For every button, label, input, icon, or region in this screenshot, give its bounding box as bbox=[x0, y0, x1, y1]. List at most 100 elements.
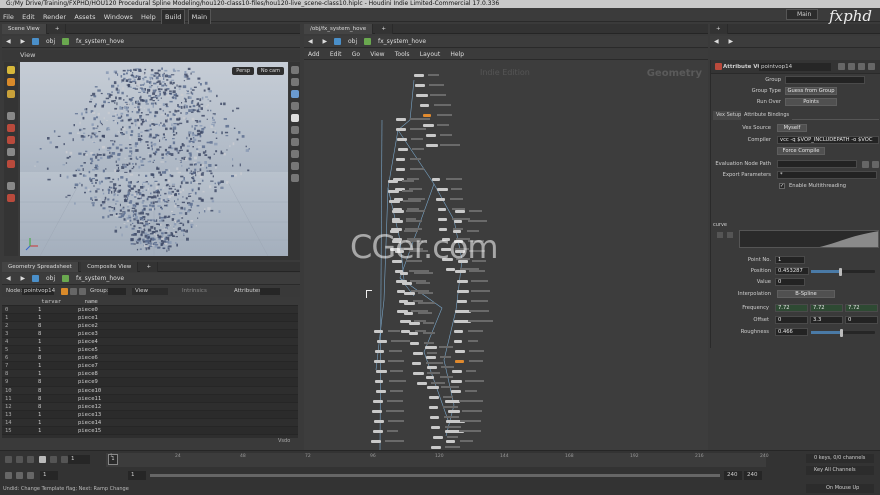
network-node[interactable] bbox=[409, 332, 418, 335]
network-node[interactable] bbox=[425, 346, 437, 349]
path-obj[interactable]: obj bbox=[42, 36, 59, 48]
network-node[interactable] bbox=[397, 138, 407, 141]
table-row[interactable]: 5 1 piece5 bbox=[2, 346, 298, 355]
handle-tool-icon[interactable] bbox=[7, 124, 15, 132]
frequency-y[interactable]: 7.72 bbox=[810, 304, 843, 312]
network-node[interactable] bbox=[374, 330, 384, 333]
frequency-z[interactable]: 7.72 bbox=[845, 304, 878, 312]
net-menu-layout[interactable]: Layout bbox=[416, 49, 444, 60]
forward-icon-3[interactable]: ▶ bbox=[319, 36, 332, 48]
network-node[interactable] bbox=[399, 272, 409, 275]
view-dropdown[interactable]: View bbox=[132, 288, 168, 295]
path-fx-system-2[interactable]: fx_system_hove bbox=[72, 273, 128, 285]
paint-tool-icon[interactable] bbox=[7, 194, 15, 202]
network-node[interactable] bbox=[454, 270, 467, 273]
menu-windows[interactable]: Windows bbox=[101, 10, 136, 24]
table-row[interactable]: 15 1 piece15 bbox=[2, 426, 298, 435]
display-icon-7[interactable] bbox=[290, 138, 299, 146]
menu-assets[interactable]: Assets bbox=[71, 10, 98, 24]
network-node[interactable] bbox=[454, 210, 466, 213]
table-row[interactable]: 6 8 piece6 bbox=[2, 354, 298, 363]
forward-icon[interactable]: ▶ bbox=[17, 36, 30, 48]
tab-network[interactable]: /obj/fx_system_hove bbox=[304, 24, 374, 34]
network-node[interactable] bbox=[375, 370, 387, 373]
add-tab-icon[interactable]: + bbox=[48, 24, 67, 34]
network-node[interactable] bbox=[453, 220, 463, 223]
back-icon[interactable]: ◀ bbox=[2, 36, 15, 48]
table-row[interactable]: 4 1 piece4 bbox=[2, 338, 298, 347]
forward-icon-2[interactable]: ▶ bbox=[17, 273, 30, 285]
path-fx-system[interactable]: fx_system_hove bbox=[72, 36, 128, 48]
roughness-field[interactable]: 0.466 bbox=[775, 328, 808, 336]
network-node[interactable] bbox=[396, 118, 407, 121]
roughness-slider-handle[interactable] bbox=[840, 328, 844, 337]
audio-icon[interactable] bbox=[16, 471, 24, 479]
view-tool-icon[interactable] bbox=[7, 148, 15, 156]
network-node[interactable] bbox=[403, 302, 416, 305]
network-node[interactable] bbox=[392, 220, 403, 223]
network-node[interactable] bbox=[426, 356, 437, 359]
frequency-x[interactable]: 7.72 bbox=[775, 304, 808, 312]
network-node[interactable] bbox=[388, 200, 400, 203]
offset-y[interactable]: 3.3 bbox=[810, 316, 843, 324]
network-node[interactable] bbox=[396, 128, 406, 131]
display-icon-3[interactable] bbox=[290, 90, 299, 98]
ramp-add-icon[interactable] bbox=[717, 232, 723, 238]
vex-source-dropdown[interactable]: Myself bbox=[777, 124, 807, 132]
network-node[interactable] bbox=[426, 144, 438, 147]
point-no-field[interactable]: 1 bbox=[775, 256, 805, 264]
tab-scene-view[interactable]: Scene View bbox=[2, 24, 47, 34]
network-node[interactable] bbox=[457, 290, 469, 293]
group-param-field[interactable] bbox=[785, 76, 865, 84]
range-bar[interactable] bbox=[150, 474, 720, 477]
network-node[interactable] bbox=[413, 352, 424, 355]
display-icon-8[interactable] bbox=[290, 150, 299, 158]
network-node[interactable] bbox=[437, 218, 447, 221]
select-tool-icon[interactable] bbox=[7, 66, 15, 74]
display-icon-5[interactable] bbox=[290, 114, 299, 122]
sculpt-tool-icon[interactable] bbox=[7, 182, 15, 190]
table-row[interactable]: 0 1 piece0 bbox=[2, 306, 298, 315]
display-icon-1[interactable] bbox=[290, 66, 299, 74]
position-slider[interactable] bbox=[811, 267, 875, 276]
network-node[interactable] bbox=[445, 420, 458, 423]
table-row[interactable]: 1 1 piece1 bbox=[2, 314, 298, 323]
position-field[interactable]: 0.453287 bbox=[775, 267, 809, 275]
attrib-point-icon[interactable] bbox=[61, 288, 68, 295]
network-node[interactable] bbox=[412, 362, 421, 365]
on-mouse-up-dropdown[interactable]: On Mouse Up bbox=[806, 484, 874, 493]
network-node[interactable] bbox=[436, 188, 448, 191]
menu-render[interactable]: Render bbox=[40, 10, 69, 24]
network-node[interactable] bbox=[412, 372, 424, 375]
ramp-editor[interactable] bbox=[739, 230, 879, 248]
back-icon-4[interactable]: ◀ bbox=[710, 36, 723, 48]
jump-icon[interactable] bbox=[872, 161, 879, 168]
node-name-field[interactable]: pointvop14 bbox=[759, 63, 831, 71]
back-icon-3[interactable]: ◀ bbox=[304, 36, 317, 48]
network-node[interactable] bbox=[374, 350, 384, 353]
3d-viewport[interactable]: Persp No cam bbox=[20, 62, 288, 256]
node-chooser-icon[interactable] bbox=[862, 161, 869, 168]
network-node[interactable] bbox=[392, 210, 404, 213]
network-node[interactable] bbox=[426, 134, 437, 137]
force-compile-button[interactable]: Force Compile bbox=[777, 147, 825, 155]
offset-x[interactable]: 0 bbox=[775, 316, 808, 324]
network-node[interactable] bbox=[427, 366, 437, 369]
column-name[interactable]: name bbox=[85, 298, 175, 306]
path-obj-3[interactable]: obj bbox=[344, 36, 361, 48]
display-icon-2[interactable] bbox=[290, 78, 299, 86]
network-node[interactable] bbox=[454, 350, 465, 353]
persp-menu[interactable]: Persp bbox=[232, 67, 254, 75]
network-node[interactable] bbox=[387, 190, 399, 193]
network-node[interactable] bbox=[413, 74, 425, 77]
network-node[interactable] bbox=[403, 292, 415, 295]
attrib-prim-icon[interactable] bbox=[79, 288, 86, 295]
back-icon-2[interactable]: ◀ bbox=[2, 273, 15, 285]
realtime-icon[interactable] bbox=[5, 471, 12, 479]
column-tarvar[interactable]: tarvar bbox=[41, 298, 81, 306]
run-over-dropdown[interactable]: Points bbox=[785, 98, 837, 106]
play-icon[interactable] bbox=[49, 455, 57, 463]
net-menu-help[interactable]: Help bbox=[446, 49, 468, 60]
network-node[interactable] bbox=[431, 446, 441, 449]
play-reverse-icon[interactable] bbox=[27, 455, 35, 463]
